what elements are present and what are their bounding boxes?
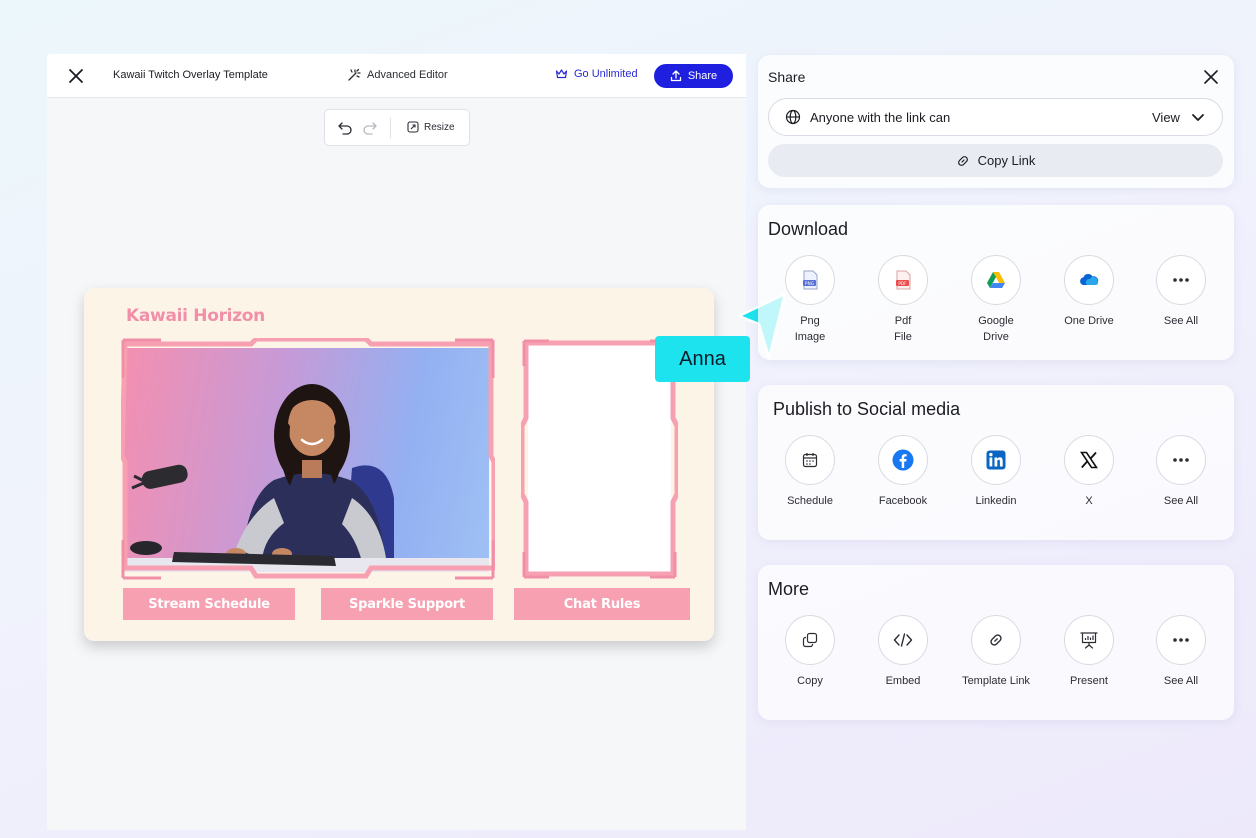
download-onedrive[interactable]: One Drive: [1044, 255, 1134, 329]
download-drive-line2: Drive: [983, 331, 1009, 343]
design-canvas[interactable]: Kawaii Horizon Stream Schedule Sparkle S…: [84, 288, 714, 641]
svg-text:PDF: PDF: [898, 281, 907, 286]
calendar-icon: [802, 453, 818, 468]
download-drive-line1: Google: [978, 315, 1014, 327]
pill-chat-rules: Chat Rules: [514, 588, 690, 620]
download-see-all-label: See All: [1163, 315, 1199, 327]
magic-wand-icon: [348, 68, 361, 81]
more-see-all[interactable]: See All: [1136, 615, 1226, 689]
redo-icon[interactable]: [362, 121, 378, 135]
go-unlimited-button[interactable]: Go Unlimited: [555, 68, 638, 80]
canvas-brand-title: Kawaii Horizon: [126, 306, 265, 326]
share-button-label: Share: [687, 70, 718, 82]
share-card: Share Anyone with the link can View Copy…: [758, 55, 1234, 188]
download-onedrive-label: One Drive: [1064, 315, 1114, 327]
share-button[interactable]: Share: [654, 64, 733, 88]
link-icon: [957, 155, 968, 166]
code-icon: [893, 633, 913, 647]
download-pdf-line1: Pdf: [894, 315, 912, 327]
download-png-line1: Png: [800, 315, 820, 327]
advanced-editor-button[interactable]: Advanced Editor: [347, 68, 448, 82]
download-google-drive[interactable]: Google Drive: [951, 255, 1041, 345]
globe-icon: [785, 109, 801, 125]
camera-frame: [121, 338, 495, 580]
pdf-file-icon: PDF: [896, 270, 911, 290]
share-card-title: Share: [768, 69, 806, 85]
social-x-label: X: [1085, 495, 1093, 507]
crown-icon: [555, 69, 568, 79]
onedrive-icon: [1080, 273, 1099, 285]
social-facebook-label: Facebook: [878, 495, 928, 507]
social-linkedin[interactable]: Linkedin: [951, 435, 1041, 509]
resize-label: Resize: [424, 121, 455, 133]
more-template-link-label: Template Link: [962, 675, 1030, 687]
download-title: Download: [768, 219, 849, 239]
social-card: Publish to Social media Schedule Faceboo…: [758, 385, 1234, 540]
social-linkedin-label: Linkedin: [975, 495, 1017, 507]
undo-icon[interactable]: [337, 121, 353, 135]
permission-value: View: [1152, 110, 1180, 125]
toolbar-divider: [390, 118, 391, 138]
canvas-toolbar: Resize: [324, 109, 470, 146]
resize-icon: [407, 121, 419, 133]
x-icon: [1080, 451, 1098, 469]
more-present-label: Present: [1070, 675, 1108, 687]
download-pdf[interactable]: PDF Pdf File: [858, 255, 948, 345]
download-pdf-line2: File: [894, 331, 912, 343]
advanced-editor-label: Advanced Editor: [367, 69, 448, 81]
more-card: More Copy Embed Template Link Present Se…: [758, 565, 1234, 720]
linkedin-icon: [986, 450, 1006, 470]
more-copy-label: Copy: [797, 675, 823, 687]
go-unlimited-label: Go Unlimited: [574, 68, 638, 80]
link-icon: [990, 634, 1002, 646]
social-x[interactable]: X: [1044, 435, 1134, 509]
chevron-down-icon: [1192, 114, 1204, 121]
svg-text:PNG: PNG: [805, 281, 814, 286]
download-see-all[interactable]: See All: [1136, 255, 1226, 329]
more-dots-icon: [1173, 458, 1189, 462]
copy-link-button[interactable]: Copy Link: [768, 144, 1223, 177]
more-template-link[interactable]: Template Link: [951, 615, 1041, 689]
facebook-icon: [892, 449, 914, 471]
download-card: Download PNG Png Image PDF Pdf File Google…: [758, 205, 1234, 360]
more-dots-icon: [1173, 278, 1189, 282]
download-png[interactable]: PNG Png Image: [765, 255, 855, 345]
png-file-icon: PNG: [803, 270, 818, 290]
editor-topbar: Kawaii Twitch Overlay Template Advanced …: [47, 54, 746, 98]
social-title: Publish to Social media: [773, 399, 961, 419]
social-facebook[interactable]: Facebook: [858, 435, 948, 509]
more-embed-label: Embed: [885, 675, 921, 687]
more-present[interactable]: Present: [1044, 615, 1134, 689]
presentation-icon: [1080, 632, 1098, 649]
close-icon[interactable]: [67, 67, 85, 85]
social-schedule[interactable]: Schedule: [765, 435, 855, 509]
more-dots-icon: [1173, 638, 1189, 642]
link-permission-select[interactable]: Anyone with the link can View: [768, 98, 1223, 136]
document-title: Kawaii Twitch Overlay Template: [113, 69, 268, 81]
close-icon[interactable]: [1204, 70, 1218, 84]
pill-stream-schedule: Stream Schedule: [123, 588, 295, 620]
download-png-line2: Image: [794, 331, 826, 343]
more-copy[interactable]: Copy: [765, 615, 855, 689]
social-schedule-label: Schedule: [787, 495, 833, 507]
google-drive-icon: [987, 272, 1005, 288]
social-see-all[interactable]: See All: [1136, 435, 1226, 509]
social-see-all-label: See All: [1163, 495, 1199, 507]
pill-sparkle-support: Sparkle Support: [321, 588, 493, 620]
copy-link-label: Copy Link: [977, 153, 1036, 168]
copy-icon: [802, 632, 818, 648]
more-see-all-label: See All: [1163, 675, 1199, 687]
more-embed[interactable]: Embed: [858, 615, 948, 689]
more-title: More: [768, 579, 810, 599]
editor-panel: Kawaii Twitch Overlay Template Advanced …: [47, 54, 746, 830]
resize-button[interactable]: Resize: [407, 121, 455, 133]
collaborator-name-tag: Anna: [655, 336, 750, 382]
permission-text: Anyone with the link can: [810, 110, 951, 125]
share-upload-icon: [670, 70, 681, 82]
